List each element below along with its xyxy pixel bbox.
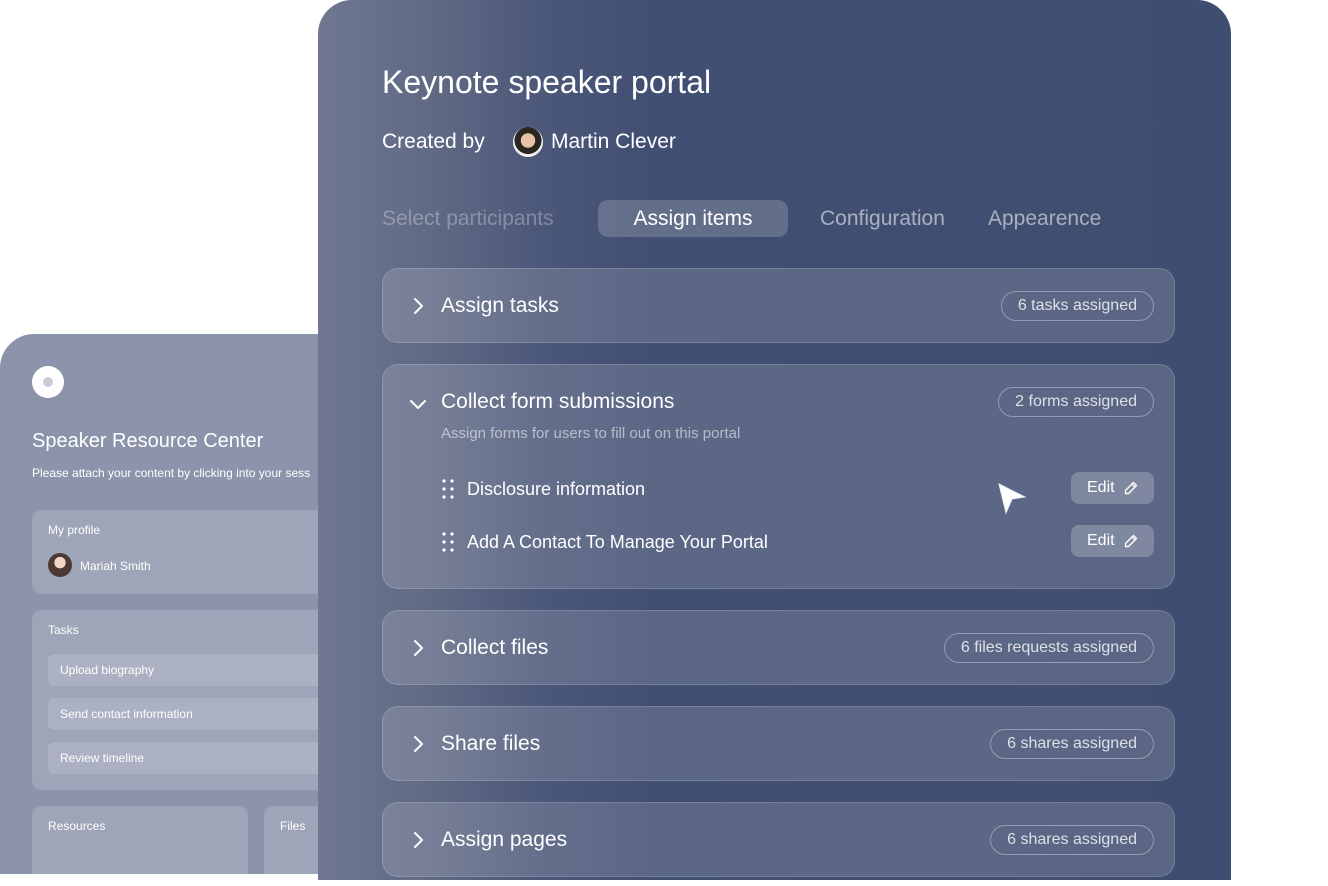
my-profile-label: My profile <box>48 523 101 537</box>
profile-user-name: Mariah Smith <box>80 559 151 573</box>
resources-box <box>32 806 248 886</box>
chevron-down-icon <box>410 400 426 409</box>
section-assign-pages[interactable]: Assign pages 6 shares assigned <box>382 802 1175 877</box>
avatar <box>48 553 72 577</box>
files-label: Files <box>280 819 306 833</box>
task-item-label: Upload biography <box>60 663 155 677</box>
form-item-disclosure-information: Disclosure information <box>467 479 646 499</box>
edit-button-label: Edit <box>1087 479 1115 496</box>
section-title: Assign pages <box>441 828 568 851</box>
portal-card: Keynote speaker portal Created by Martin… <box>318 0 1231 880</box>
drag-handle-icon[interactable] <box>441 479 455 499</box>
task-item[interactable]: Upload biography <box>48 654 348 686</box>
section-title: Share files <box>441 732 541 755</box>
tab-configuration[interactable]: Configuration <box>820 200 945 237</box>
chevron-right-icon <box>414 736 423 752</box>
avatar <box>513 127 543 157</box>
chevron-right-icon <box>414 832 423 848</box>
task-item[interactable]: Send contact information <box>48 698 348 730</box>
drag-handle-icon[interactable] <box>441 532 455 552</box>
status-badge: 6 files requests assigned <box>943 633 1154 663</box>
speaker-resource-center-card <box>0 334 340 874</box>
resource-center-subtitle: Please attach your content by clicking i… <box>32 466 311 480</box>
section-assign-tasks[interactable]: Assign tasks 6 tasks assigned <box>382 268 1175 343</box>
creator-name: Martin Clever <box>551 130 676 153</box>
section-collect-files[interactable]: Collect files 6 files requests assigned <box>382 610 1175 685</box>
logo-icon <box>32 366 64 398</box>
chevron-right-icon <box>414 298 423 314</box>
tab-appearence[interactable]: Appearence <box>988 200 1101 237</box>
section-title: Assign tasks <box>441 294 559 317</box>
tab-assign-items[interactable]: Assign items <box>598 200 788 237</box>
chevron-right-icon <box>414 640 423 656</box>
pencil-icon <box>1124 481 1138 495</box>
status-badge: 2 forms assigned <box>998 387 1154 417</box>
form-item-add-contact: Add A Contact To Manage Your Portal <box>467 532 768 552</box>
page-title: Keynote speaker portal <box>382 64 712 100</box>
task-item-label: Send contact information <box>60 707 193 721</box>
resource-center-title: Speaker Resource Center <box>32 430 264 452</box>
section-share-files[interactable]: Share files 6 shares assigned <box>382 706 1175 781</box>
edit-button-label: Edit <box>1087 532 1115 549</box>
status-badge: 6 shares assigned <box>990 729 1154 759</box>
section-title: Collect files <box>441 636 549 659</box>
edit-button[interactable]: Edit <box>1071 472 1154 504</box>
section-description: Assign forms for users to fill out on th… <box>441 425 741 442</box>
mouse-pointer-icon <box>998 483 1027 515</box>
status-badge: 6 shares assigned <box>990 825 1154 855</box>
edit-button[interactable]: Edit <box>1071 525 1154 557</box>
status-badge: 6 tasks assigned <box>1000 291 1154 321</box>
section-title: Collect form submissions <box>441 390 675 413</box>
resources-label: Resources <box>48 819 106 833</box>
pencil-icon <box>1124 534 1138 548</box>
created-by-label: Created by <box>382 130 485 153</box>
tab-select-participants[interactable]: Select participants <box>382 200 554 237</box>
section-collect-form-submissions[interactable]: Collect form submissions 2 forms assigne… <box>382 364 1175 589</box>
task-item-label: Review timeline <box>60 751 145 765</box>
tasks-label: Tasks <box>48 623 79 637</box>
task-item[interactable]: Review timeline <box>48 742 348 774</box>
